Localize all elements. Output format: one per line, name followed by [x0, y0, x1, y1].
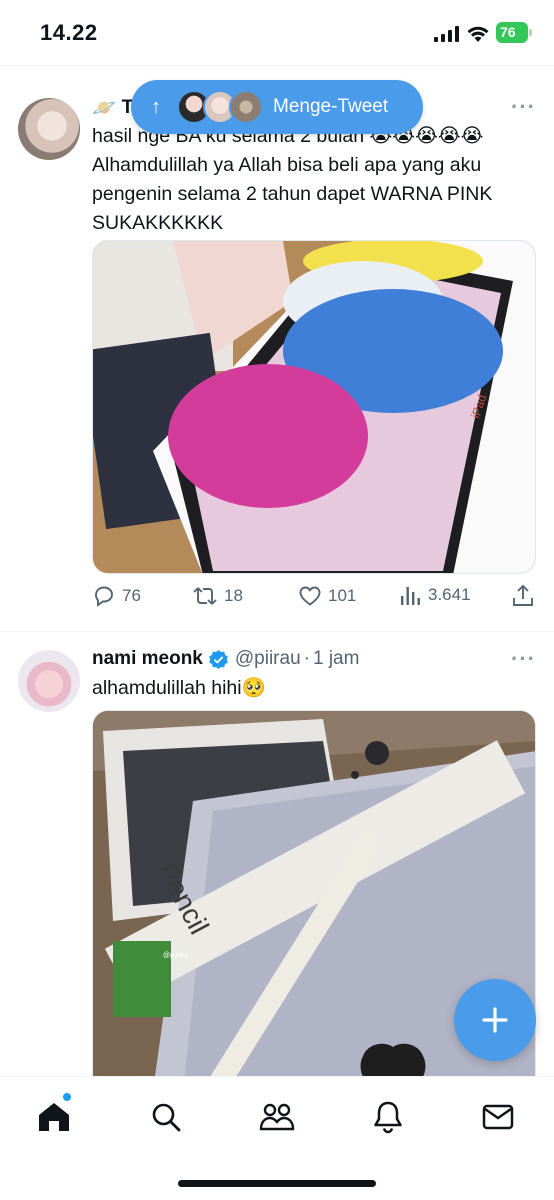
share-icon [513, 584, 533, 606]
author-name[interactable]: nami meonk [92, 648, 203, 670]
retweet-count: 18 [224, 586, 243, 605]
envelope-icon [482, 1104, 514, 1130]
heart-icon [299, 586, 321, 606]
bell-icon [374, 1101, 402, 1134]
tweet[interactable]: 🪐 T ··· hasil nge BA ku selama 2 bulan 😭… [0, 66, 554, 632]
like-count: 101 [328, 586, 357, 605]
more-options-icon[interactable]: ··· [511, 94, 536, 120]
status-bar: 14.22 76 [0, 0, 554, 66]
nav-home[interactable] [34, 1097, 74, 1137]
home-notification-dot [63, 1093, 71, 1101]
tweet-header: 🪐 T [92, 96, 133, 120]
views-count: 3.641 [428, 585, 471, 604]
share-button[interactable] [512, 584, 540, 608]
battery-tip [529, 29, 532, 36]
wifi-icon [467, 26, 489, 42]
tweet-time[interactable]: 1 jam [313, 648, 359, 670]
arrow-up-icon: ↑ [151, 95, 161, 118]
nav-notifications[interactable] [368, 1097, 408, 1137]
nav-messages[interactable] [478, 1097, 518, 1137]
nav-communities[interactable] [257, 1097, 297, 1137]
views-button[interactable]: 3.641 [400, 584, 471, 606]
home-indicator [178, 1180, 376, 1187]
reply-icon [95, 586, 113, 607]
separator-dot: · [303, 648, 310, 669]
retweet-button[interactable]: 18 [192, 584, 243, 608]
avatar[interactable] [18, 98, 80, 160]
tweet-text: hasil nge BA ku selama 2 bulan 😭😭😭😭😭 Alh… [92, 125, 493, 234]
tweet-media[interactable]: iPad [92, 240, 536, 574]
author-handle[interactable]: @piirau [235, 648, 301, 670]
pill-avatars [177, 87, 267, 127]
more-options-icon[interactable]: ··· [511, 646, 536, 672]
status-time: 14.22 [40, 20, 98, 45]
retweet-icon [193, 587, 217, 605]
battery-level: 76 [496, 22, 528, 43]
search-icon [152, 1103, 181, 1132]
compose-tweet-button[interactable] [454, 979, 536, 1061]
pill-label: Menge-Tweet [273, 96, 389, 117]
tweet-header: nami meonk @piirau · 1 jam [92, 648, 359, 670]
battery-indicator: 76 [496, 22, 532, 43]
new-tweets-pill[interactable]: ↑ Menge-Tweet [131, 80, 423, 134]
verified-badge-icon [209, 649, 228, 669]
media-watermark: @piirau [163, 952, 187, 959]
reply-button[interactable]: 76 [92, 584, 141, 608]
tweet-actions: 76 18 101 3.641 [92, 584, 536, 614]
home-icon [39, 1103, 69, 1131]
nav-search[interactable] [146, 1097, 186, 1137]
communities-icon [259, 1103, 295, 1131]
ipad-box-photo: iPad [93, 241, 535, 573]
tweet-text: alhamdulillah hihi🥺 [92, 677, 266, 699]
plus-icon [482, 1007, 508, 1033]
reply-count: 76 [122, 586, 141, 605]
planet-emoji-icon: 🪐 [92, 98, 116, 119]
avatar[interactable] [18, 650, 80, 712]
cellular-signal-icon [434, 26, 459, 42]
avatar [229, 90, 263, 124]
like-button[interactable]: 101 [298, 584, 356, 608]
views-icon [401, 587, 420, 605]
